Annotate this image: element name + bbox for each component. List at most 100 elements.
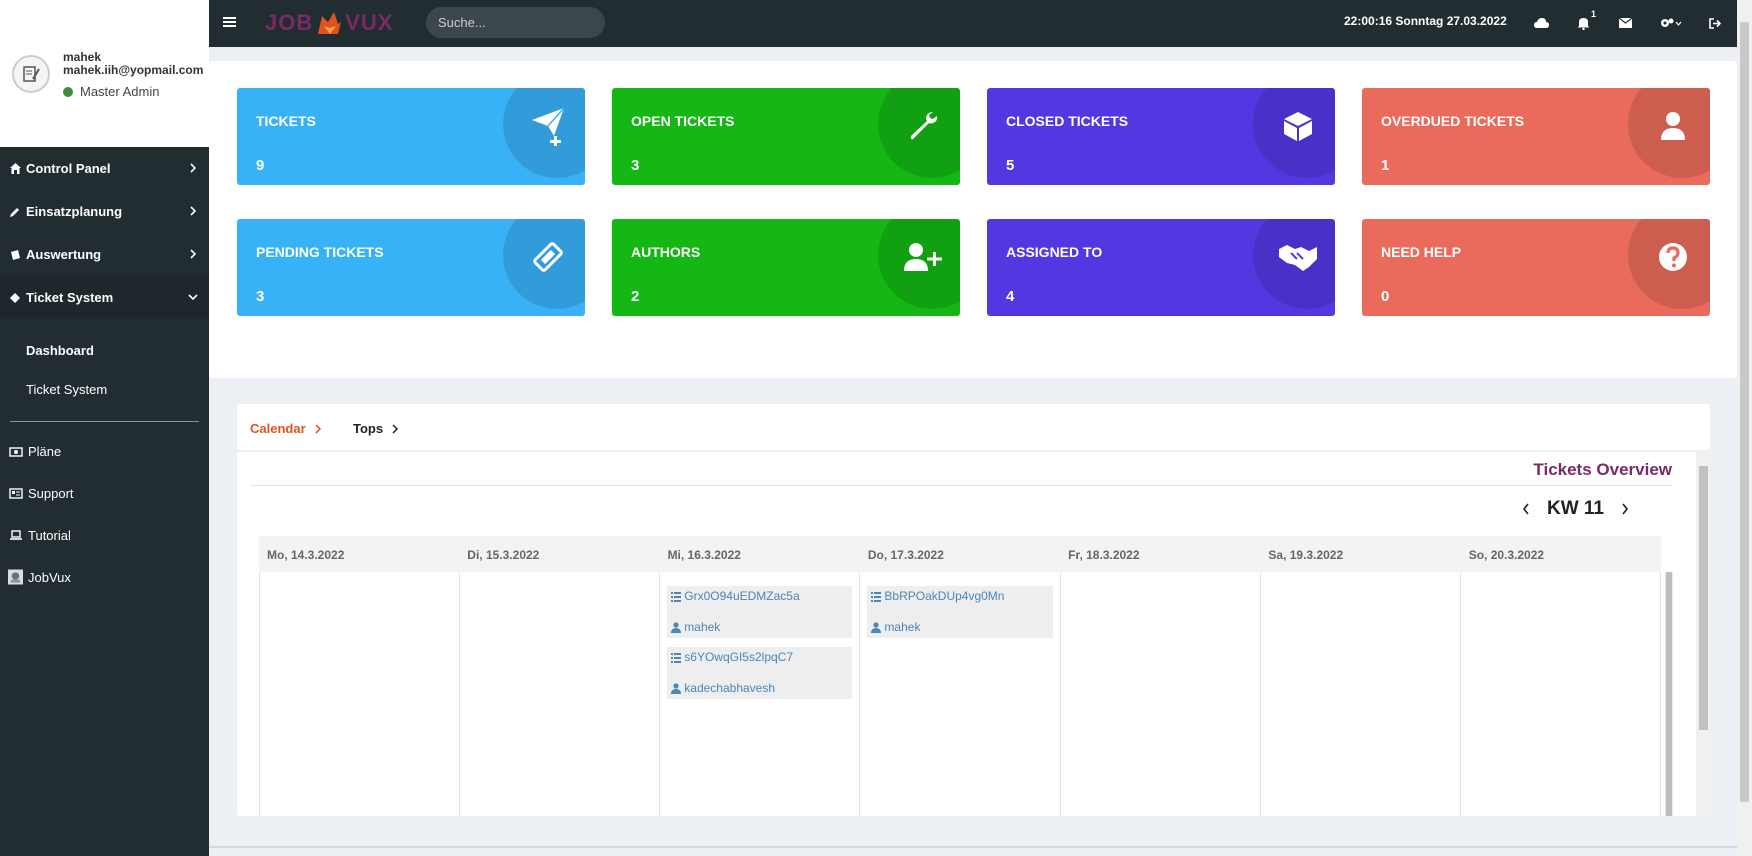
sidebar-item-tutorial[interactable]: Tutorial: [0, 514, 209, 556]
ticket-icon: [8, 291, 22, 305]
calendar-ticket[interactable]: BbRPOakDUp4vg0Mn mahek: [867, 586, 1053, 638]
clipboard-pen-icon: [23, 66, 40, 82]
card-overdued-tickets[interactable]: OVERDUED TICKETS 1: [1362, 88, 1710, 185]
sidebar-item-ticket-system[interactable]: Ticket System: [0, 276, 209, 319]
card-value: 2: [631, 288, 640, 305]
user-role-label: Master Admin: [80, 84, 160, 99]
card-label: AUTHORS: [631, 244, 701, 260]
sidebar-subitem-dashboard[interactable]: Dashboard: [0, 331, 209, 370]
card-authors[interactable]: AUTHORS 2: [612, 219, 960, 316]
sidebar-item-auswertung[interactable]: Auswertung: [0, 233, 209, 276]
card-label: ASSIGNED TO: [1006, 244, 1103, 260]
user-profile: mahek mahek.iih@yopmail.com Master Admin: [0, 0, 209, 147]
tab-tops[interactable]: Tops: [353, 421, 399, 436]
card-label: OVERDUED TICKETS: [1381, 113, 1525, 129]
hamburger-menu-icon[interactable]: [223, 16, 236, 28]
card-tickets[interactable]: TICKETS 9: [237, 88, 585, 185]
wrench-icon: [902, 105, 944, 147]
datetime-display: 22:00:16 Sonntag 27.03.2022: [1344, 14, 1507, 28]
avatar[interactable]: [12, 55, 50, 93]
sidebar-item-control-panel[interactable]: Control Panel: [0, 147, 209, 190]
sidebar-nav: Control Panel Einsatzplanung Auswertung …: [0, 147, 209, 598]
card-need-help[interactable]: NEED HELP 0: [1362, 219, 1710, 316]
ticket-user-link[interactable]: kadechabhavesh: [671, 681, 848, 695]
stats-panel: TICKETS 9 OPEN TICKETS 3 CLOSED TICKETS …: [209, 61, 1737, 378]
fox-logo-icon: [318, 12, 342, 34]
calendar-ticket[interactable]: s6YOwqGI5s2lpqC7 kadechabhavesh: [667, 647, 853, 699]
scrollbar-thumb[interactable]: [1666, 572, 1672, 816]
settings-gears-dropdown-icon[interactable]: [1659, 14, 1683, 32]
bell-icon[interactable]: 1: [1574, 9, 1596, 32]
card-value: 1: [1381, 157, 1390, 174]
sidebar-item-plaene[interactable]: Pläne: [0, 430, 209, 472]
tab-calendar[interactable]: Calendar: [250, 421, 322, 436]
ticket-id: s6YOwqGI5s2lpqC7: [684, 650, 794, 664]
card-closed-tickets[interactable]: CLOSED TICKETS 5: [987, 88, 1335, 185]
sidebar-subitem-ticket-system[interactable]: Ticket System: [0, 370, 209, 409]
prev-week-button[interactable]: [1521, 502, 1531, 516]
chevron-right-icon: [1622, 503, 1629, 515]
jobvux-logo-icon: [8, 569, 23, 585]
sidebar-item-label: Einsatzplanung: [26, 204, 123, 219]
sidebar-item-label: Support: [28, 485, 74, 501]
card-assigned-to[interactable]: ASSIGNED TO 4: [987, 219, 1335, 316]
day-column: [1461, 572, 1661, 816]
envelope-icon[interactable]: [1616, 14, 1634, 32]
sidebar-item-label: Pläne: [28, 443, 62, 459]
jobvux-logo[interactable]: JOB VUX: [265, 6, 394, 40]
logout-icon[interactable]: [1706, 14, 1724, 32]
user-icon: [871, 621, 882, 633]
ticket-user-link[interactable]: mahek: [871, 620, 1048, 634]
user-name: mahek: [63, 50, 102, 64]
chevron-right-icon: [190, 163, 197, 173]
next-week-button[interactable]: [1620, 502, 1630, 516]
week-navigator: KW 11: [1521, 498, 1630, 520]
online-status-dot: [63, 86, 73, 97]
question-circle-icon: [1652, 236, 1694, 278]
card-value: 3: [631, 157, 640, 174]
scrollbar-thumb[interactable]: [1699, 466, 1708, 730]
chevron-right-icon: [315, 423, 321, 434]
card-label: PENDING TICKETS: [256, 244, 384, 260]
day-header: Do, 17.3.2022: [867, 548, 944, 562]
chevron-right-icon: [392, 423, 399, 434]
ticket-icon: [527, 236, 569, 278]
scrollbar-thumb[interactable]: [1740, 22, 1749, 802]
calendar-divider: [250, 485, 1672, 486]
sidebar-item-jobvux[interactable]: JobVux: [0, 556, 209, 598]
calendar-inner-scrollbar[interactable]: [1665, 572, 1673, 816]
list-icon: [671, 652, 682, 663]
card-label: NEED HELP: [1381, 244, 1462, 260]
card-open-tickets[interactable]: OPEN TICKETS 3: [612, 88, 960, 185]
day-header: Sa, 19.3.2022: [1268, 548, 1344, 562]
chevron-down-icon: [188, 294, 198, 301]
sidebar-divider: [10, 421, 199, 422]
ticket-id-link[interactable]: Grx0O94uEDMZac5a: [671, 589, 848, 603]
notification-count-badge: 1: [1590, 9, 1596, 19]
card-value: 5: [1006, 157, 1015, 174]
card-pending-tickets[interactable]: PENDING TICKETS 3: [237, 219, 585, 316]
ticket-user-link[interactable]: mahek: [671, 620, 848, 634]
ticket-id: Grx0O94uEDMZac5a: [684, 589, 800, 603]
sidebar-item-einsatzplanung[interactable]: Einsatzplanung: [0, 190, 209, 233]
id-card-icon: [8, 486, 23, 500]
card-label: CLOSED TICKETS: [1006, 113, 1129, 129]
calendar-tab-bar: Calendar Tops: [237, 404, 1710, 450]
page-scrollbar[interactable]: [1737, 0, 1752, 856]
day-column: [460, 572, 661, 816]
user-plus-icon: [902, 236, 944, 278]
ticket-id-link[interactable]: s6YOwqGI5s2lpqC7: [671, 650, 848, 664]
ticket-id-link[interactable]: BbRPOakDUp4vg0Mn: [871, 589, 1048, 603]
laptop-icon: [8, 528, 23, 542]
calendar-day-headers: Mo, 14.3.2022 Di, 15.3.2022 Mi, 16.3.202…: [259, 536, 1661, 572]
paper-plane-plus-icon: [527, 105, 569, 147]
card-label: OPEN TICKETS: [631, 113, 735, 129]
sidebar-item-support[interactable]: Support: [0, 472, 209, 514]
calendar-ticket[interactable]: Grx0O94uEDMZac5a mahek: [667, 586, 853, 638]
weather-cloud-icon[interactable]: [1532, 14, 1550, 32]
search-input[interactable]: [426, 7, 605, 38]
user-email: mahek.iih@yopmail.com: [63, 63, 204, 77]
calendar-scrollbar[interactable]: [1696, 452, 1710, 816]
day-header: Mo, 14.3.2022: [267, 548, 345, 562]
tab-label: Calendar: [250, 421, 306, 436]
